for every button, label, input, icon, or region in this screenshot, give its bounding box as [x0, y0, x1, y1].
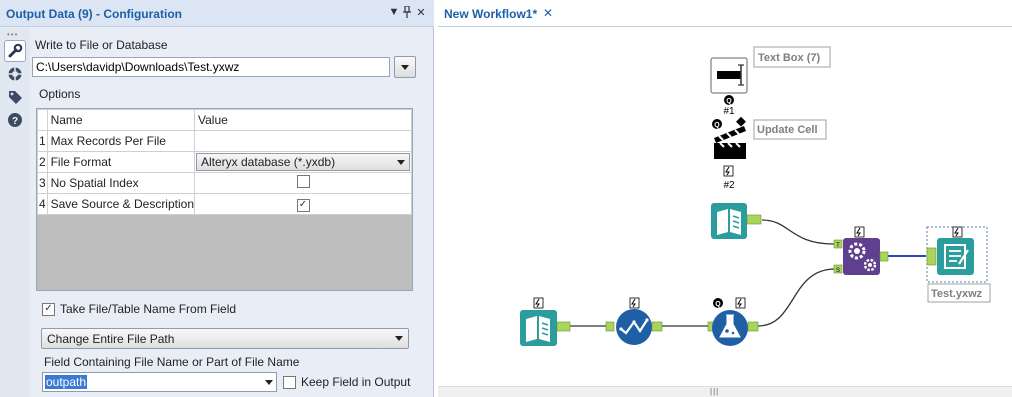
text-box-annotation: Text Box (7)	[753, 46, 831, 68]
configuration-wrench-icon[interactable]	[4, 40, 26, 62]
update-cell-tool[interactable]: Q	[712, 116, 746, 159]
field-containing-label: Field Containing File Name or Part of Fi…	[44, 355, 300, 369]
input-anchor[interactable]	[605, 321, 615, 332]
svg-text:Q: Q	[715, 301, 721, 308]
row-number-header	[37, 109, 48, 131]
row-number: 2	[37, 151, 48, 173]
text-box-tool[interactable]	[710, 57, 748, 94]
row-number: 3	[37, 172, 48, 194]
close-icon[interactable]: ✕	[415, 6, 427, 19]
lightning-badge-icon	[854, 226, 865, 238]
take-file-name-checkbox[interactable]: ✓	[42, 302, 55, 316]
lightning-badge-icon	[952, 226, 963, 238]
input-data-tool-2[interactable]	[520, 297, 571, 346]
file-path-mode-value: Change Entire File Path	[47, 331, 175, 346]
update-cell-annotation-text: Update Cell	[757, 124, 818, 136]
file-name-field-value: outpath	[45, 375, 88, 389]
question-anchor-icon[interactable]: Q	[724, 95, 734, 105]
name-column-header: Name	[46, 109, 196, 131]
t-anchor-label: T	[836, 243, 840, 249]
workflow-diagram: Text Box (7) Q #1 Q Update Cell #2 T S T…	[520, 46, 991, 346]
formula-tool[interactable]: Q	[707, 297, 759, 346]
panel-header: Output Data (9) - Configuration ▼ ✕	[0, 0, 434, 27]
take-file-name-label: Take File/Table Name From Field	[60, 302, 237, 316]
panel-title: Output Data (9) - Configuration	[6, 7, 182, 21]
file-format-value: Alteryx database (*.yxdb)	[201, 155, 336, 169]
svg-text:Q: Q	[726, 98, 732, 105]
output-anchor[interactable]	[651, 321, 663, 332]
max-records-value[interactable]	[194, 130, 412, 152]
lightning-badge-icon	[735, 297, 746, 309]
svg-text:?: ?	[12, 116, 18, 127]
config-tool-strip: ••• ?	[0, 28, 30, 397]
option-row-file-format[interactable]: 2 File Format Alteryx database (*.yxdb)	[37, 151, 412, 173]
svg-text:Q: Q	[714, 122, 720, 129]
output-anchor[interactable]	[747, 321, 759, 332]
output-anchor[interactable]	[556, 321, 571, 332]
text-box-annotation-text: Text Box (7)	[758, 52, 820, 64]
connection-formula-to-macro[interactable]	[757, 268, 835, 327]
output-anchor[interactable]	[879, 251, 889, 262]
chevron-down-icon	[397, 159, 405, 165]
tool-badge-1: #1	[723, 106, 735, 117]
layout-icon[interactable]	[4, 63, 26, 85]
options-header-row: Name Value	[37, 109, 412, 131]
pin-icon[interactable]	[401, 5, 413, 21]
file-name-field-select[interactable]: outpath	[42, 372, 277, 392]
save-source-checkbox[interactable]: ✓	[296, 198, 310, 212]
keep-field-option[interactable]: Keep Field in Output	[283, 375, 410, 389]
path-dropdown-button[interactable]	[394, 56, 416, 78]
strip-grip-icon: •••	[7, 30, 19, 39]
chevron-down-icon	[395, 336, 403, 341]
keep-field-checkbox[interactable]	[283, 375, 296, 389]
lightning-badge-icon	[629, 297, 640, 309]
input-anchor[interactable]	[926, 247, 937, 266]
write-to-label: Write to File or Database	[35, 38, 168, 52]
tool-badge-2: #2	[723, 180, 735, 191]
s-anchor-label: S	[836, 268, 840, 274]
row-number: 4	[37, 193, 48, 215]
file-path-mode-select[interactable]: Change Entire File Path	[41, 328, 409, 349]
lightning-badge-icon	[533, 297, 544, 309]
option-row-max-records[interactable]: 1 Max Records Per File	[37, 130, 412, 152]
connection-input-to-macro[interactable]	[761, 219, 835, 245]
update-cell-annotation: Update Cell	[753, 119, 827, 140]
option-name: File Format	[46, 151, 196, 173]
option-name: No Spatial Index	[46, 172, 196, 194]
keep-field-label: Keep Field in Output	[301, 375, 411, 389]
output-annotation: Test.yxwz	[927, 283, 991, 303]
select-tool[interactable]	[605, 297, 663, 345]
option-name: Max Records Per File	[46, 130, 196, 152]
options-label: Options	[39, 87, 81, 101]
help-icon[interactable]: ?	[4, 109, 26, 131]
output-data-tool[interactable]	[926, 226, 988, 283]
input-data-tool[interactable]	[711, 203, 762, 239]
options-grid: Name Value 1 Max Records Per File 2 File…	[36, 108, 413, 291]
option-row-no-spatial-index[interactable]: 3 No Spatial Index	[37, 172, 412, 194]
no-spatial-index-checkbox[interactable]	[296, 175, 310, 188]
option-name: Save Source & Description	[46, 193, 196, 215]
value-column-header: Value	[194, 109, 412, 131]
output-path-input[interactable]	[32, 57, 390, 77]
configuration-panel: Output Data (9) - Configuration ▼ ✕ ••• …	[0, 0, 434, 397]
lightning-badge-icon	[723, 165, 734, 177]
take-file-name-option[interactable]: ✓ Take File/Table Name From Field	[42, 302, 236, 316]
file-format-select[interactable]: Alteryx database (*.yxdb)	[196, 153, 410, 171]
row-number: 1	[37, 130, 48, 152]
panel-menu-icon[interactable]: ▼	[388, 6, 400, 18]
chevron-down-icon	[265, 379, 273, 385]
annotation-tag-icon[interactable]	[4, 86, 26, 108]
option-row-save-source[interactable]: 4 Save Source & Description ✓	[37, 193, 412, 215]
batch-macro-tool[interactable]: T S	[833, 226, 889, 275]
output-annotation-text: Test.yxwz	[931, 288, 983, 300]
output-anchor[interactable]	[746, 214, 762, 225]
